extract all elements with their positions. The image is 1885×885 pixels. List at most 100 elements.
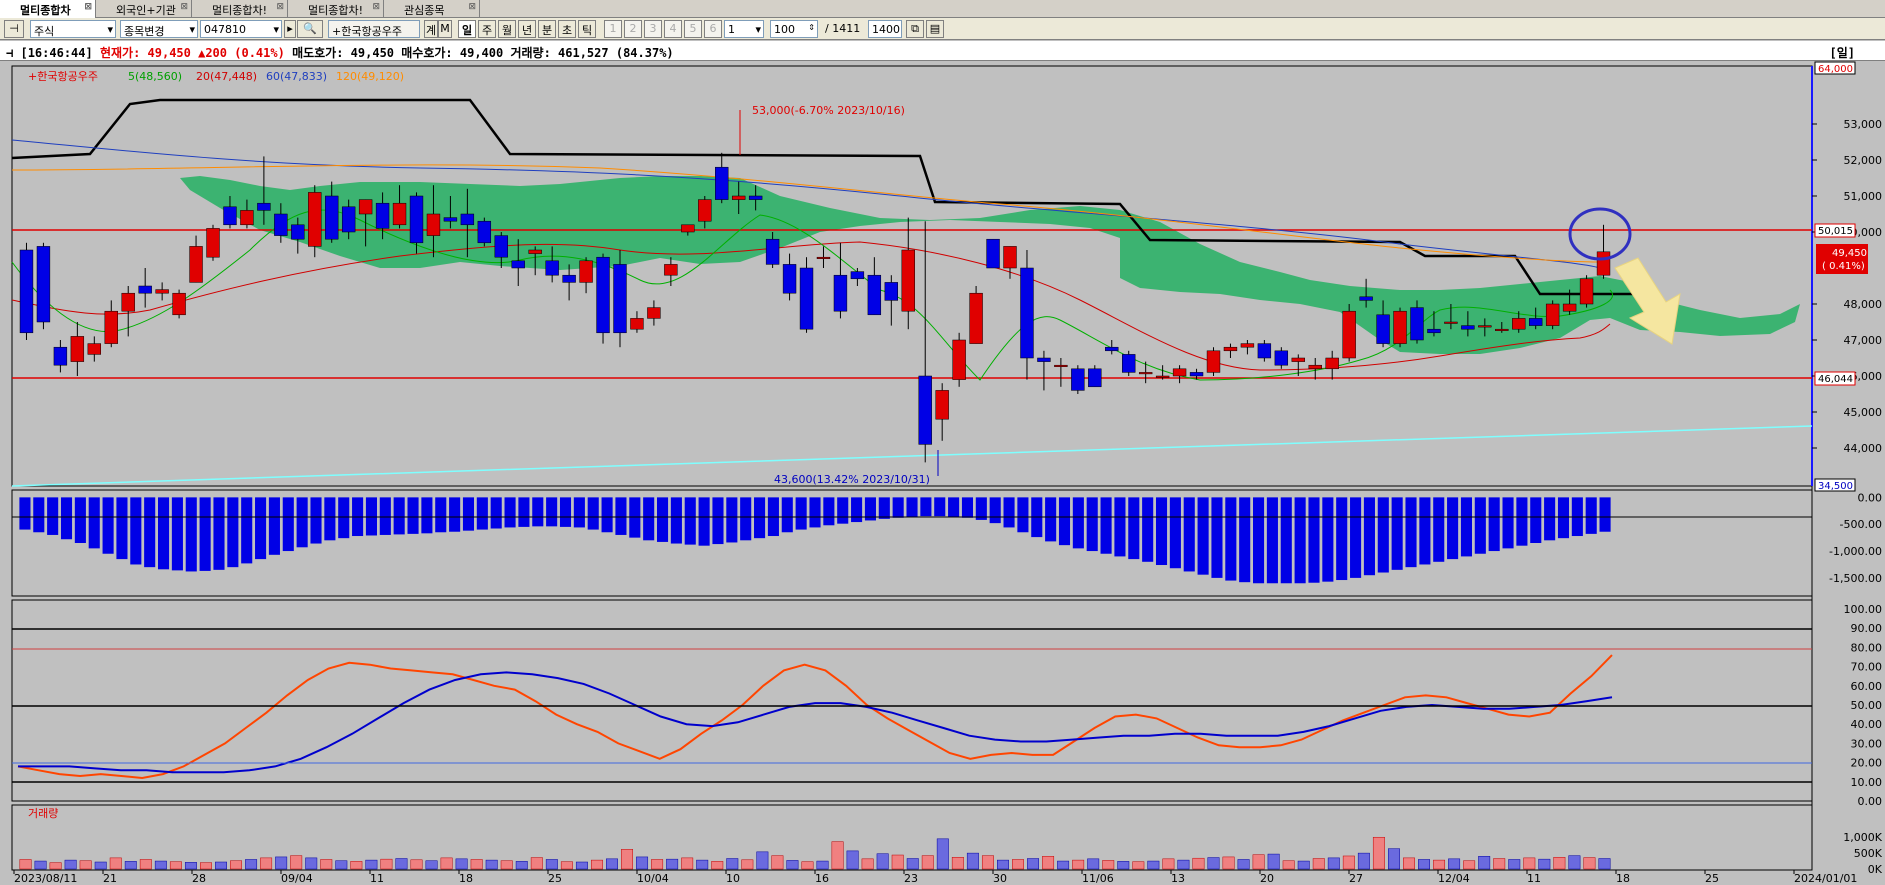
macd-bar bbox=[116, 497, 128, 560]
volume-bar bbox=[666, 858, 679, 870]
volume-bar bbox=[1463, 860, 1476, 870]
volume-bar bbox=[1493, 858, 1506, 870]
candle bbox=[1291, 357, 1305, 362]
date-tick-label: 11/06 bbox=[1082, 872, 1114, 885]
macd-bar bbox=[476, 497, 488, 530]
candle bbox=[1562, 303, 1577, 312]
candle bbox=[1206, 350, 1221, 373]
candle bbox=[1512, 318, 1526, 330]
macd-bar bbox=[296, 497, 308, 548]
candle bbox=[172, 292, 186, 316]
volume-bar bbox=[1012, 859, 1024, 870]
macd-bar bbox=[809, 497, 821, 528]
volume-bar bbox=[320, 859, 333, 870]
candle bbox=[850, 271, 865, 280]
candle bbox=[867, 274, 882, 316]
volume-bar bbox=[1162, 858, 1175, 870]
candle bbox=[833, 274, 848, 312]
price-tick-label: 45,000 bbox=[1844, 406, 1883, 419]
macd-bar bbox=[227, 497, 239, 568]
candle bbox=[935, 390, 949, 420]
macd-bar bbox=[781, 497, 793, 533]
volume-bar bbox=[891, 854, 904, 870]
candle bbox=[325, 195, 339, 240]
volume-bar bbox=[1087, 858, 1100, 870]
date-tick-label: 11 bbox=[1527, 872, 1541, 885]
macd-bar bbox=[1086, 497, 1098, 552]
stoch-tick-label: 20.00 bbox=[1851, 757, 1883, 770]
date-tick-label: 18 bbox=[459, 872, 473, 885]
candle bbox=[206, 228, 220, 258]
volume-bar bbox=[184, 862, 197, 870]
date-tick-label: 10 bbox=[726, 872, 740, 885]
volume-bar bbox=[425, 860, 438, 870]
macd-bar bbox=[754, 497, 766, 539]
candle bbox=[1461, 325, 1475, 330]
legend-stock-name: +한국항공우주 bbox=[28, 70, 98, 83]
support-price-label: 46,044 bbox=[1818, 374, 1853, 385]
volume-bar bbox=[410, 859, 423, 870]
macd-bar bbox=[19, 497, 31, 530]
candle bbox=[731, 195, 746, 200]
candle bbox=[1359, 296, 1373, 301]
volume-bar bbox=[861, 858, 874, 870]
volume-bar bbox=[1237, 859, 1250, 870]
macd-bar bbox=[892, 497, 904, 518]
candle bbox=[596, 256, 610, 334]
candle bbox=[884, 282, 899, 301]
volume-bar bbox=[831, 841, 844, 870]
date-tick-label: 16 bbox=[815, 872, 829, 885]
macd-bar bbox=[656, 497, 669, 542]
date-tick-label: 2023/08/11 bbox=[14, 872, 77, 885]
macd-bar bbox=[1516, 497, 1528, 546]
candle bbox=[155, 289, 169, 294]
macd-bar bbox=[1280, 497, 1292, 584]
volume-bar bbox=[936, 838, 949, 870]
macd-bar bbox=[365, 497, 377, 536]
macd-bar bbox=[1072, 497, 1084, 549]
candle bbox=[664, 264, 678, 276]
volume-bar bbox=[590, 859, 603, 870]
macd-bar bbox=[1045, 497, 1057, 542]
macd-bar bbox=[255, 497, 267, 560]
volume-bar bbox=[545, 859, 558, 870]
candle bbox=[765, 238, 780, 265]
candle bbox=[715, 166, 729, 200]
volume-bar bbox=[290, 855, 303, 870]
macd-bar bbox=[1585, 497, 1597, 534]
volume-bar bbox=[981, 855, 994, 870]
stoch-tick-label: 40.00 bbox=[1851, 718, 1883, 731]
candle bbox=[1325, 357, 1339, 370]
macd-bar bbox=[1502, 497, 1514, 549]
date-tick-label: 21 bbox=[103, 872, 117, 885]
macd-bar bbox=[546, 497, 558, 527]
macd-bar bbox=[74, 497, 86, 543]
volume-bar bbox=[1448, 858, 1461, 870]
date-tick-label: 27 bbox=[1349, 872, 1363, 885]
volume-bar bbox=[34, 860, 47, 870]
volume-bar bbox=[1538, 858, 1551, 870]
macd-bar bbox=[989, 497, 1001, 524]
legend-ma5: 5(48,560) bbox=[128, 70, 182, 83]
macd-bar bbox=[268, 497, 280, 555]
macd-bar bbox=[1544, 497, 1556, 541]
price-tick-label: 52,000 bbox=[1844, 154, 1883, 167]
candle bbox=[308, 192, 322, 247]
chart-canvas[interactable]: 53,00052,00051,00050,00048,00047,00046,0… bbox=[0, 0, 1885, 885]
volume-bar bbox=[440, 857, 453, 870]
candle bbox=[274, 213, 288, 236]
candle bbox=[291, 224, 305, 240]
volume-bar bbox=[1207, 857, 1220, 870]
macd-bar bbox=[1017, 497, 1029, 533]
volume-bar bbox=[500, 860, 513, 870]
date-tick-label: 30 bbox=[993, 872, 1007, 885]
volume-bar bbox=[139, 859, 152, 870]
candle bbox=[375, 202, 390, 229]
stoch-tick-label: 90.00 bbox=[1851, 622, 1883, 635]
date-tick-label: 25 bbox=[1705, 872, 1719, 885]
candle bbox=[358, 199, 373, 215]
candle bbox=[1223, 346, 1238, 352]
volume-bar bbox=[19, 859, 32, 870]
candle bbox=[528, 249, 542, 254]
volume-bar bbox=[1312, 858, 1325, 870]
